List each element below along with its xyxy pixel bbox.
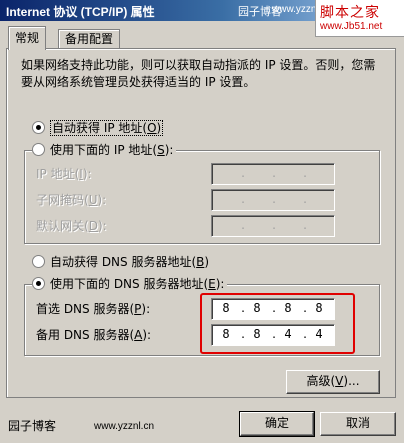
tab-label: 备用配置 <box>65 32 114 46</box>
preferred-dns-label: 首选 DNS 服务器(P): <box>36 302 151 316</box>
button-label: 确定 <box>264 416 289 430</box>
ip-address-input[interactable]: . . . <box>211 163 335 185</box>
accelerator-key: V <box>335 374 344 388</box>
site-logo: 脚本之家 www.Jb51.net <box>315 0 404 37</box>
ok-button[interactable]: 确定 <box>239 411 315 437</box>
advanced-button[interactable]: 高级(V)... <box>286 370 380 394</box>
footer-brand: 园子博客 <box>8 419 57 433</box>
logo-name: 脚本之家 <box>320 5 380 21</box>
subnet-mask-label: 子网掩码(U): <box>36 193 107 207</box>
button-label: 高级 <box>306 374 331 388</box>
footer-url: www.yzznl.cn <box>94 421 155 432</box>
button-label: 取消 <box>345 416 370 430</box>
tab-general[interactable]: 常规 <box>8 26 47 50</box>
tab-label: 常规 <box>15 31 40 45</box>
radio-manual-dns[interactable]: 使用下面的 DNS 服务器地址(E): <box>32 276 228 292</box>
tab-alternate-config[interactable]: 备用配置 <box>58 29 121 50</box>
cancel-button[interactable]: 取消 <box>320 412 396 436</box>
logo-url: www.Jb51.net <box>320 21 383 32</box>
radio-label: 使用下面的 IP 地址 <box>50 143 153 157</box>
radio-manual-ip[interactable]: 使用下面的 IP 地址(S): <box>32 142 177 158</box>
dns-highlight-box <box>200 293 355 354</box>
accelerator-key: E <box>208 277 216 291</box>
window-title: Internet 协议 (TCP/IP) 属性 <box>6 5 155 19</box>
accelerator-key: O <box>147 121 157 135</box>
radio-indicator <box>32 277 45 290</box>
accelerator-key: B <box>196 255 205 269</box>
radio-label: 使用下面的 DNS 服务器地址 <box>50 277 204 291</box>
ip-address-label: IP 地址(I): <box>36 167 92 181</box>
radio-indicator <box>32 121 45 134</box>
radio-indicator <box>32 255 45 268</box>
alternate-dns-label: 备用 DNS 服务器(A): <box>36 328 152 342</box>
description-text: 如果网络支持此功能，则可以获取自动指派的 IP 设置。否则，您需要从网络系统管理… <box>21 58 376 89</box>
radio-label: 自动获得 IP 地址 <box>52 121 143 135</box>
radio-indicator <box>32 143 45 156</box>
default-gateway-label: 默认网关(D): <box>36 219 107 233</box>
radio-auto-ip[interactable]: 自动获得 IP 地址(O) <box>32 120 167 136</box>
radio-label: 自动获得 DNS 服务器地址 <box>50 255 192 269</box>
radio-auto-dns[interactable]: 自动获得 DNS 服务器地址(B) <box>32 254 213 270</box>
accelerator-key: S <box>157 143 165 157</box>
subnet-mask-input[interactable]: . . . <box>211 189 335 211</box>
default-gateway-input[interactable]: . . . <box>211 215 335 237</box>
